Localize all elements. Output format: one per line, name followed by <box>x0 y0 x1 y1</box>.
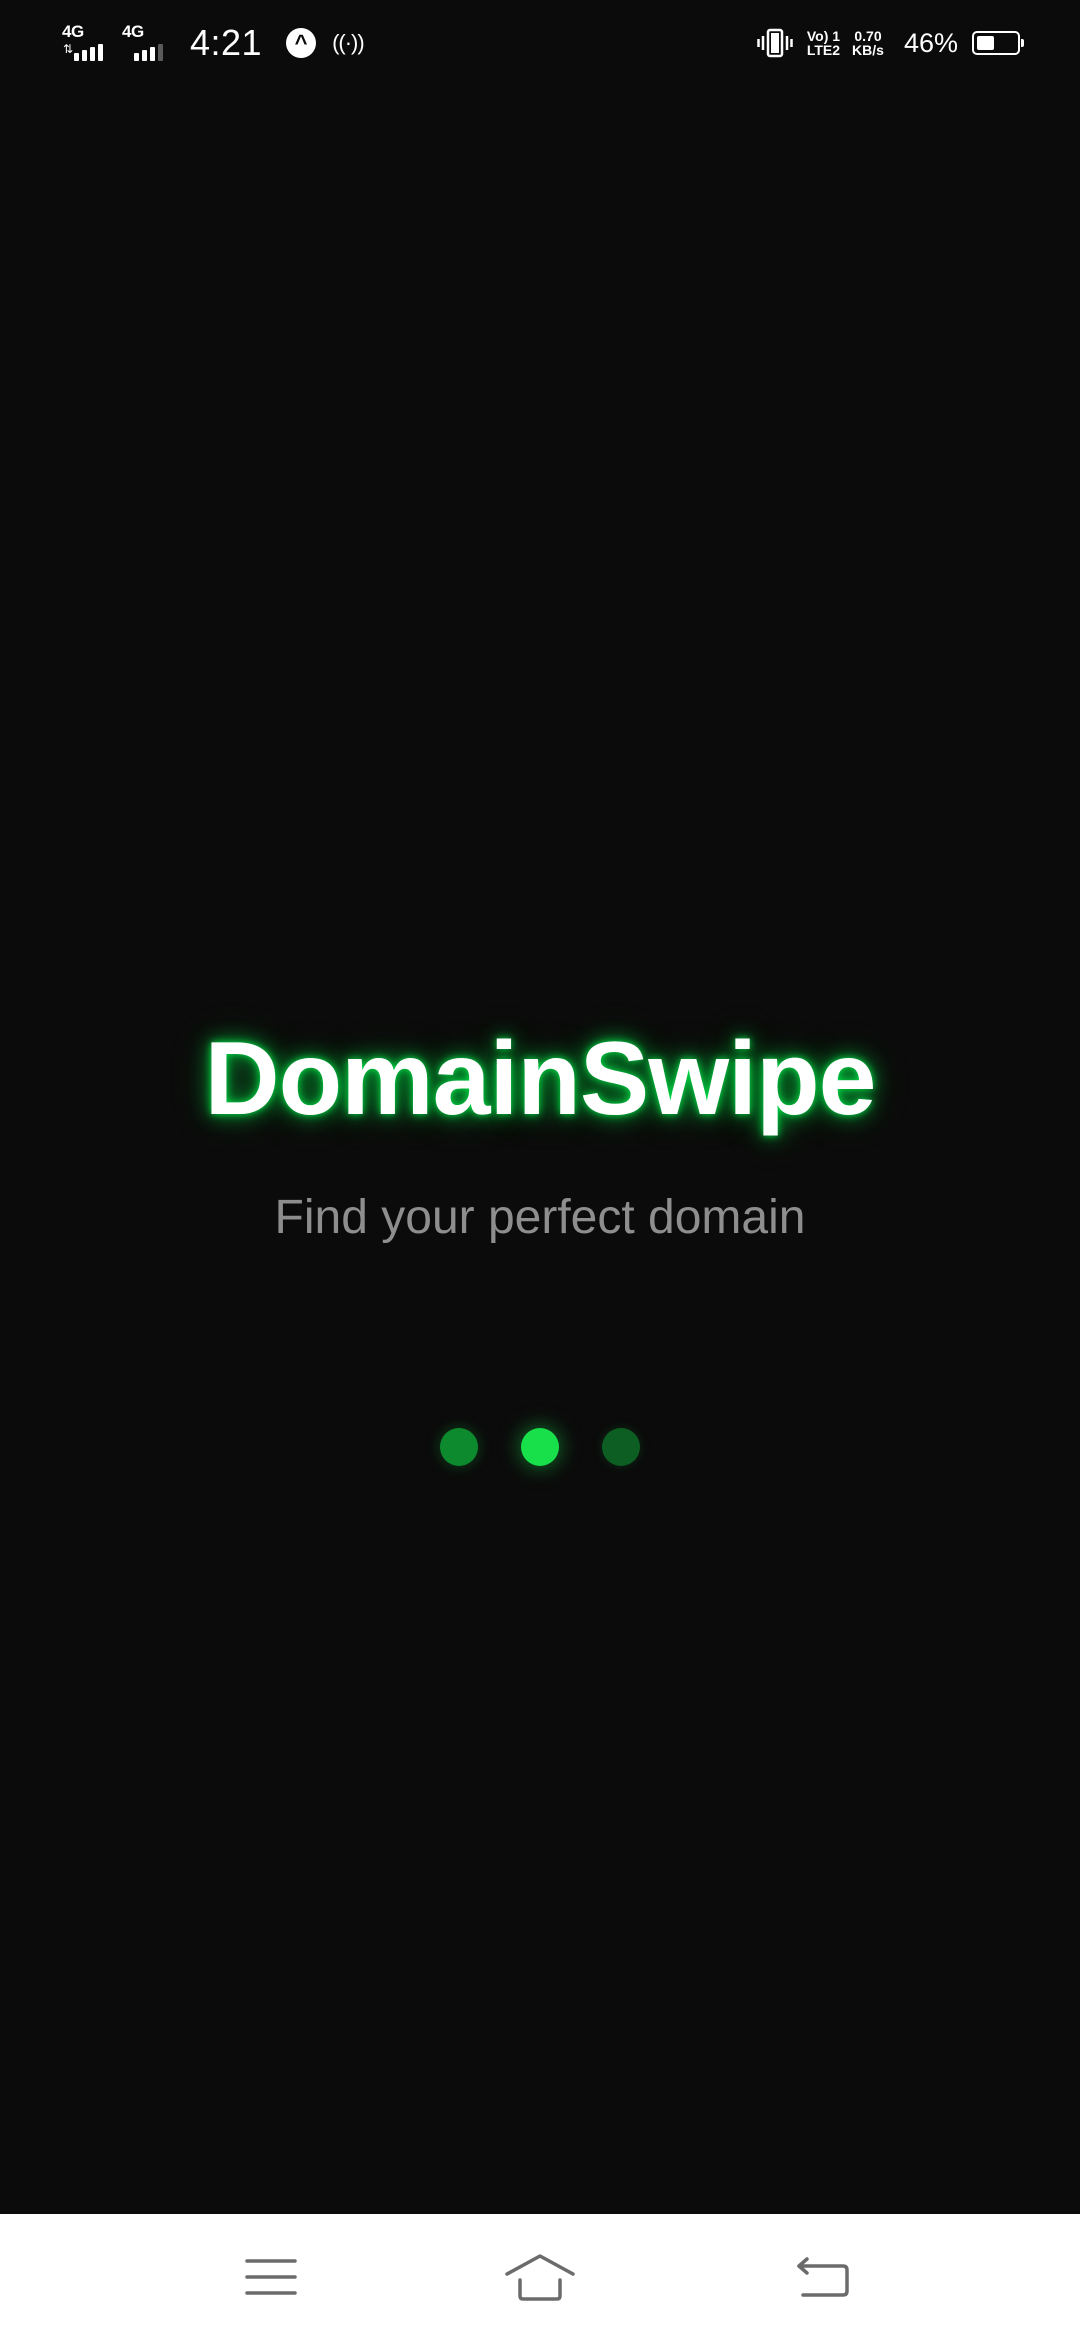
sim2-signal-icon: 4G <box>122 23 170 63</box>
vibrate-icon <box>757 28 793 58</box>
network-speed: 0.70 KB/s <box>852 29 884 57</box>
battery-percent: 46% <box>903 27 958 58</box>
loading-dot <box>440 1428 478 1466</box>
menu-button[interactable] <box>191 2214 351 2340</box>
a-notification-icon: ^ <box>286 28 317 58</box>
status-time: 4:21 <box>190 22 263 63</box>
home-icon <box>505 2254 575 2301</box>
data-activity-icon: ⇅ <box>63 42 74 56</box>
status-bar-left: 4G ⇅ 4G 4:21 ^ ((·)) <box>62 0 365 86</box>
volte-indicator: Vo) 1 LTE2 <box>807 29 840 57</box>
volte-line2: LTE2 <box>806 42 841 58</box>
home-button[interactable] <box>460 2214 620 2340</box>
back-button[interactable] <box>743 2214 903 2340</box>
navigation-bar <box>0 2214 1080 2340</box>
status-bar: 4G ⇅ 4G 4:21 ^ ((·)) Vo) 1 LTE2 0.70 KB/… <box>0 0 1080 86</box>
hotspot-icon: ((·)) <box>332 30 365 55</box>
battery-icon <box>972 31 1024 55</box>
sim1-signal-icon: 4G ⇅ <box>62 23 110 63</box>
status-bar-right: Vo) 1 LTE2 0.70 KB/s 46% <box>757 0 1024 86</box>
sim1-signal-bars <box>74 44 103 61</box>
app-title: DomainSwipe <box>204 1021 877 1137</box>
loading-dot <box>602 1428 640 1466</box>
sim2-signal-bars <box>134 44 163 61</box>
splash-screen: 4G ⇅ 4G 4:21 ^ ((·)) Vo) 1 LTE2 0.70 KB/… <box>0 0 1080 2340</box>
network-speed-unit: KB/s <box>852 42 884 58</box>
volte-line1: Vo) 1 <box>806 28 841 44</box>
menu-icon <box>245 2259 297 2295</box>
network-speed-value: 0.70 <box>854 28 882 44</box>
sim1-network-type: 4G <box>62 22 84 41</box>
loading-indicator <box>0 1428 1080 1466</box>
sim2-network-type: 4G <box>122 22 144 41</box>
loading-dot-active <box>521 1428 559 1466</box>
battery-fill <box>977 36 994 50</box>
back-icon <box>797 2257 849 2297</box>
app-tagline: Find your perfect domain <box>274 1191 806 1244</box>
